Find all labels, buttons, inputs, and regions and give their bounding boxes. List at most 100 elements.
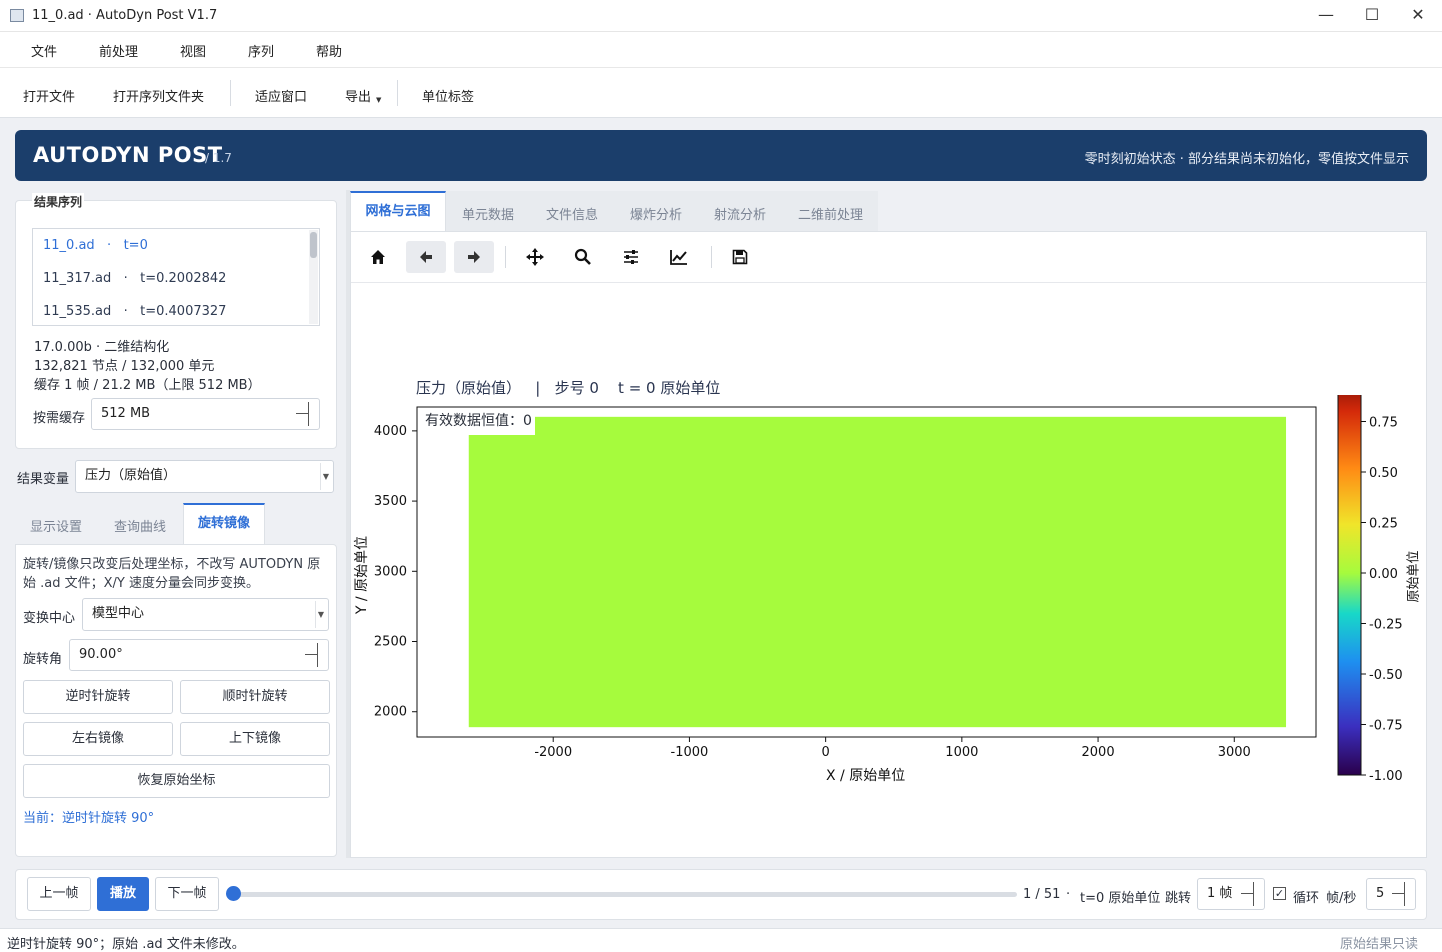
home-icon[interactable] [358,241,398,273]
frame-counter: 1 / 51 [1023,887,1061,902]
header-banner: AUTODYN POST / 1.7 零时刻初始状态 · 部分结果尚未初始化，零… [15,130,1427,181]
open-folder-button[interactable]: 打开序列文件夹 [113,86,204,105]
variable-combo[interactable]: 压力（原始值） ▼ [75,460,334,493]
tab-2d-preprocess[interactable]: 二维前处理 [798,204,863,223]
sequence-group-title: 结果序列 [32,193,85,210]
mirror-ud-button[interactable]: 上下镜像 [180,722,330,756]
file-version-info: 17.0.00b · 二维结构化 [34,340,170,355]
loop-label: 循环 [1293,891,1320,906]
colorbar-tick-label: 0.25 [1369,517,1398,532]
tab-blast-analysis[interactable]: 爆炸分析 [630,204,682,223]
chart-line-icon[interactable] [659,241,699,273]
x-tick-label: 1000 [945,745,978,760]
list-scrollbar[interactable] [309,230,318,324]
zoom-icon[interactable] [563,241,603,273]
rotate-description-2: 始 .ad 文件；X/Y 速度分量会同步变换。 [23,576,259,591]
export-button[interactable]: 导出 [345,86,371,105]
spinbox-arrows-icon[interactable] [1241,882,1254,906]
spinbox-arrows-icon[interactable] [1392,882,1405,906]
sliders-icon[interactable] [611,241,651,273]
save-icon[interactable] [720,241,760,273]
fit-window-button[interactable]: 适应窗口 [255,86,307,105]
angle-spinbox[interactable]: 90.00° [69,639,329,671]
frame-time: t=0 原始单位 [1080,891,1161,906]
menu-bar: 文件 前处理 视图 序列 帮助 [0,32,1442,68]
contour-plot[interactable]: -2000 -1000 0 1000 2000 3000 2000 2500 3000 3500… [351,395,1421,795]
x-tick-label: -2000 [534,745,572,760]
x-tick-label: 3000 [1218,745,1251,760]
menu-file[interactable]: 文件 [31,41,57,60]
loop-checkbox[interactable]: ✓ [1273,887,1286,900]
maximize-icon[interactable]: ☐ [1350,4,1394,28]
frame-slider-track[interactable] [233,892,1017,897]
tab-mesh-contour[interactable]: 网格与云图 [350,191,446,232]
menu-view[interactable]: 视图 [180,41,206,60]
center-combo[interactable]: 模型中心 ▼ [82,598,329,631]
play-button[interactable]: 播放 [97,877,149,911]
mesh-count-info: 132,821 节点 / 132,000 单元 [34,359,215,374]
chevron-down-icon: ▼ [315,601,326,628]
tab-rotate-mirror[interactable]: 旋转镜像 [183,503,265,545]
window-title: 11_0.ad · AutoDyn Post V1.7 [32,8,218,23]
tab-query-curve[interactable]: 查询曲线 [114,516,166,535]
colorbar-tick-label: 0.00 [1369,567,1398,582]
y-tick-label: 4000 [374,424,407,439]
frame-slider-handle[interactable] [226,886,241,901]
colorbar-ticks: 1.000.750.500.250.00-0.25-0.50-0.75-1.00 [1361,416,1403,784]
arrow-left-icon[interactable] [406,241,446,273]
contour-field-region [468,416,1287,728]
status-readonly: 原始结果只读 [1339,937,1418,952]
close-icon[interactable]: ✕ [1396,4,1440,28]
arrow-right-icon[interactable] [454,241,494,273]
y-axis-label: Y / 原始单位 [354,535,370,615]
list-item[interactable]: 11_535.ad · t=0.4007327 [43,304,226,319]
jump-spinbox[interactable]: 1 帧 [1197,878,1265,910]
tab-file-info[interactable]: 文件信息 [546,204,598,223]
spinbox-arrows-icon[interactable] [296,402,309,426]
variable-value: 压力（原始值） [85,468,177,483]
colorbar-tick-label: -1.00 [1369,769,1403,784]
jump-label: 跳转 [1165,891,1192,906]
next-frame-button[interactable]: 下一帧 [155,877,219,911]
app-version: / 1.7 [205,151,232,165]
app-brand: AUTODYN POST [33,143,223,167]
minimize-icon[interactable]: — [1304,4,1348,28]
rotate-cw-button[interactable]: 顺时针旋转 [180,680,330,714]
plot-annotation: 有效数据恒值：0 [420,409,535,435]
scrollbar-thumb[interactable] [310,232,317,258]
sequence-list[interactable]: 11_0.ad · t=0 11_317.ad · t=0.2002842 11… [32,228,320,326]
menu-help[interactable]: 帮助 [316,41,342,60]
x-tick-label: -1000 [671,745,709,760]
mirror-lr-button[interactable]: 左右镜像 [23,722,173,756]
y-tick-label: 3000 [374,564,407,579]
fps-spinbox[interactable]: 5 [1366,878,1416,910]
unit-label-button[interactable]: 单位标签 [422,86,474,105]
tab-element-data[interactable]: 单元数据 [462,204,514,223]
y-axis-ticks: 2000 2500 3000 3500 4000 [374,424,417,720]
open-file-button[interactable]: 打开文件 [23,86,75,105]
tab-jet-analysis[interactable]: 射流分析 [714,204,766,223]
tab-display-settings[interactable]: 显示设置 [30,516,82,535]
spinbox-arrows-icon[interactable] [305,643,318,667]
restore-coords-button[interactable]: 恢复原始坐标 [23,764,330,798]
list-item[interactable]: 11_317.ad · t=0.2002842 [43,271,226,286]
plot-toolbar-divider [351,282,1426,283]
menu-sequence[interactable]: 序列 [248,41,274,60]
menu-preprocess[interactable]: 前处理 [99,41,138,60]
colorbar [1337,395,1362,776]
app-icon [10,9,24,22]
toolbar: 打开文件 打开序列文件夹 适应窗口 导出 ▼ 单位标签 [0,68,1442,118]
list-item[interactable]: 11_0.ad · t=0 [43,238,148,253]
fps-value: 5 [1376,886,1385,901]
colorbar-label: 原始单位 [1406,550,1422,603]
colorbar-tick-label: 0.50 [1369,466,1398,481]
prev-frame-button[interactable]: 上一帧 [27,877,91,911]
current-transform: 当前：逆时针旋转 90° [23,811,155,826]
cache-size-spinbox[interactable]: 512 MB [91,398,320,430]
colorbar-tick-label: -0.50 [1369,668,1403,683]
cache-info: 缓存 1 帧 / 21.2 MB（上限 512 MB） [34,378,261,393]
center-value: 模型中心 [92,606,145,621]
move-icon[interactable] [515,241,555,273]
angle-value: 90.00° [79,647,123,662]
rotate-ccw-button[interactable]: 逆时针旋转 [23,680,173,714]
